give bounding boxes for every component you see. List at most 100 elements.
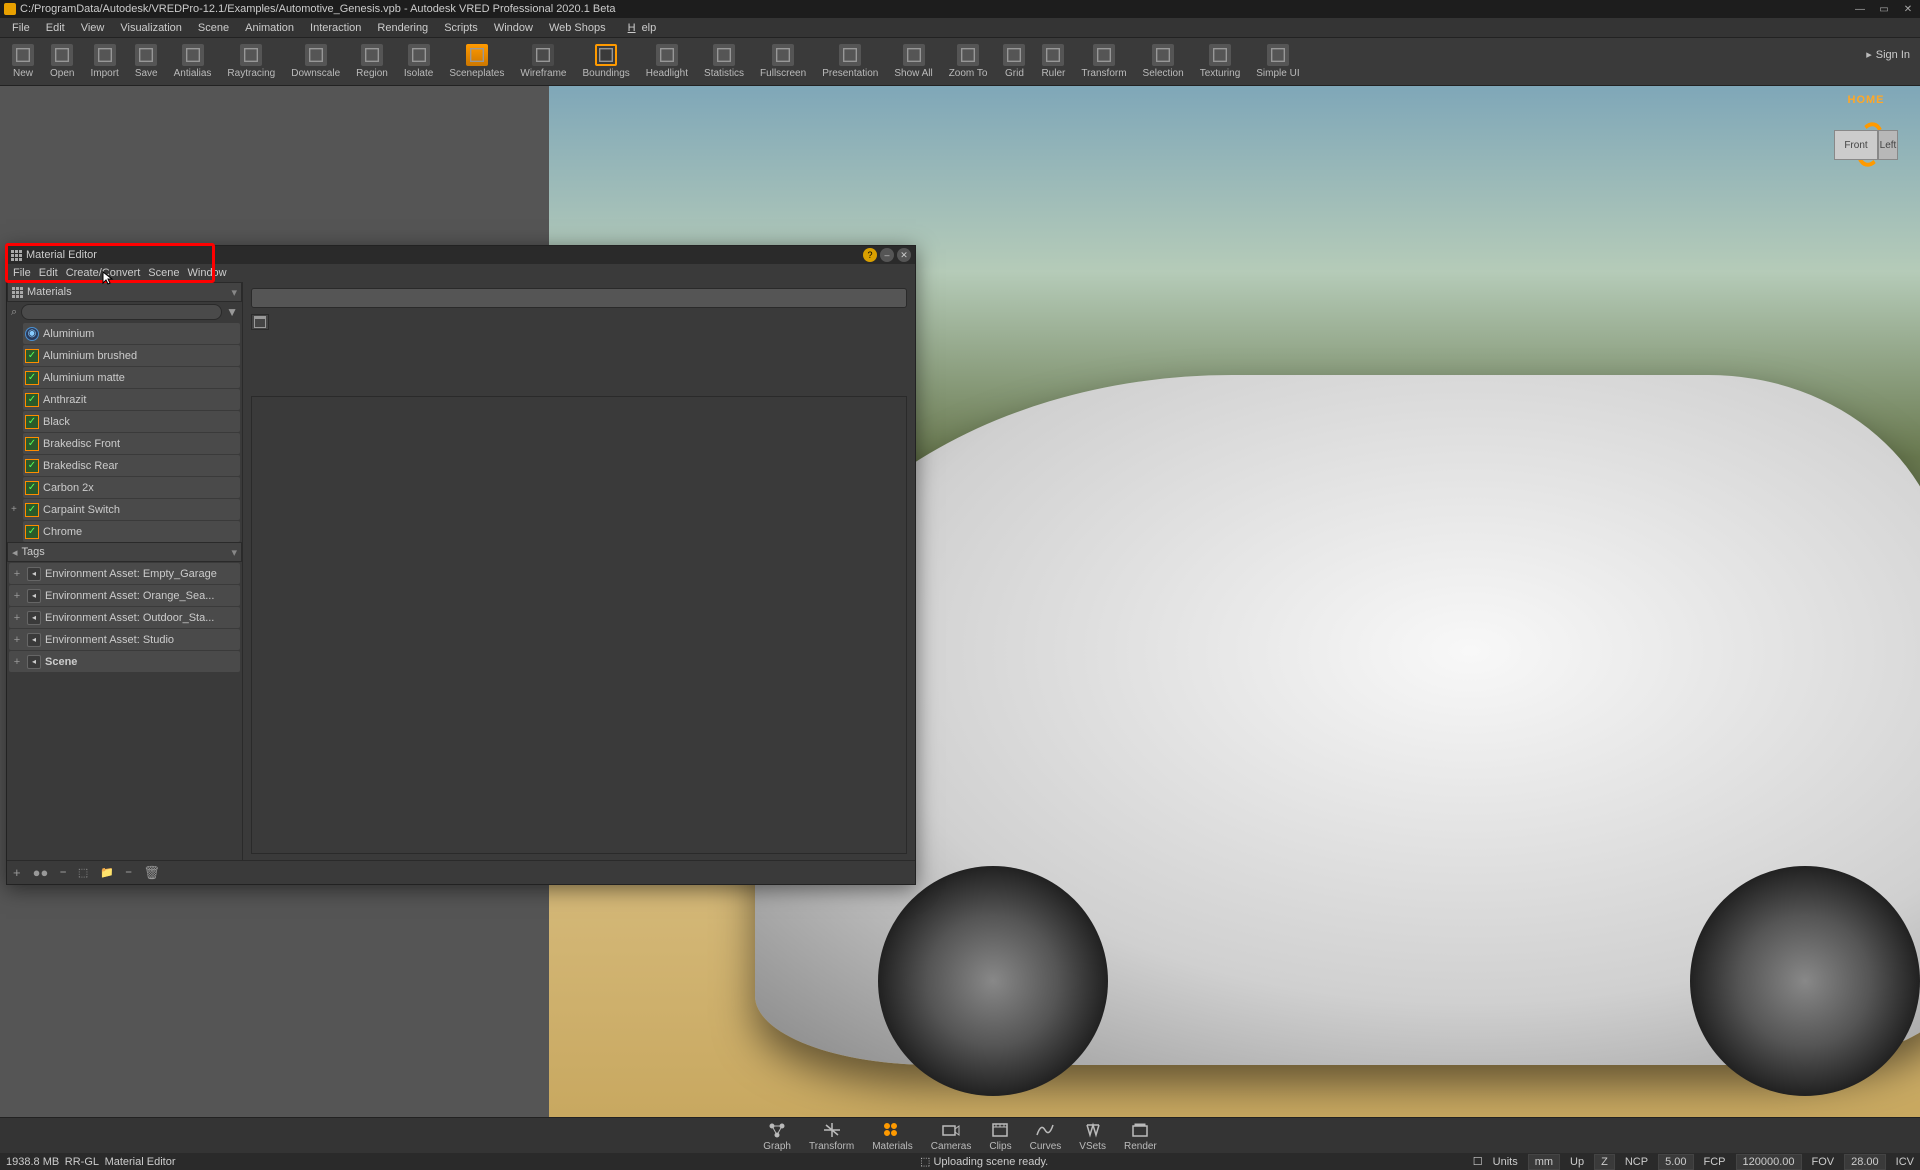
mat-menu-scene[interactable]: Scene [148,267,179,279]
materials-list[interactable]: ◉Aluminium✓Aluminium brushed✓Aluminium m… [7,322,242,542]
panel-minimize-button[interactable]: – [880,248,894,262]
tool-boundings[interactable]: Boundings [575,42,638,81]
tool-ruler[interactable]: Ruler [1033,42,1073,81]
bottom-tool-clips[interactable]: Clips [989,1120,1011,1152]
viewcube-home[interactable]: HOME [1826,94,1906,106]
tool-sceneplates[interactable]: Sceneplates [441,42,512,81]
viewcube-front[interactable]: Front [1834,130,1878,160]
mat-menu-file[interactable]: File [13,267,31,279]
trash-icon[interactable]: 🗑 [143,865,160,881]
tag-item[interactable]: +◂Environment Asset: Studio [9,629,240,650]
filter-icon[interactable]: ▼ [226,305,238,319]
bottom-tool-materials[interactable]: Materials [872,1120,913,1152]
material-item[interactable]: ✓Chrome [23,521,240,542]
tool-statistics[interactable]: Statistics [696,42,752,81]
ncp-field[interactable]: 5.00 [1658,1154,1693,1170]
viewcube-left[interactable]: Left [1878,130,1898,160]
materials-section-header[interactable]: Materials ▾ [7,282,242,302]
material-item[interactable]: ✓Brakedisc Rear [23,455,240,476]
menu-web-shops[interactable]: Web Shops [543,20,612,36]
menu-rendering[interactable]: Rendering [371,20,434,36]
slider-icon[interactable]: ⎯ [60,866,66,879]
tool-texturing[interactable]: Texturing [1192,42,1249,81]
tool-headlight[interactable]: Headlight [638,42,696,81]
tool-downscale[interactable]: Downscale [283,42,348,81]
minimize-button[interactable]: — [1848,0,1872,18]
bottom-tool-curves[interactable]: Curves [1030,1120,1062,1152]
tag-item[interactable]: +◂Environment Asset: Outdoor_Sta... [9,607,240,628]
duplicate-icon[interactable]: ●● [33,865,49,880]
bottom-tool-transform[interactable]: Transform [809,1120,854,1152]
maximize-button[interactable]: ▭ [1872,0,1896,18]
tag-item[interactable]: +◂Environment Asset: Empty_Garage [9,563,240,584]
bottom-tool-render[interactable]: Render [1124,1120,1157,1152]
material-item[interactable]: ✓Brakedisc Front [23,433,240,454]
panel-help-button[interactable]: ? [863,248,877,262]
mat-menu-window[interactable]: Window [188,267,227,279]
signin-link[interactable]: ▸ Sign In [1866,48,1910,61]
material-editor-titlebar[interactable]: Material Editor ? – ✕ [7,246,915,264]
folder-icon[interactable]: 📁 [100,866,114,879]
material-item[interactable]: ✓Carbon 2x [23,477,240,498]
tool-simple-ui[interactable]: Simple UI [1248,42,1307,81]
tool-fullscreen[interactable]: Fullscreen [752,42,814,81]
tool-presentation[interactable]: Presentation [814,42,886,81]
menu-file[interactable]: File [6,20,36,36]
tool-wireframe[interactable]: Wireframe [512,42,574,81]
tool-new[interactable]: New [4,42,42,81]
tool-open[interactable]: Open [42,42,82,81]
menu-scene[interactable]: Scene [192,20,235,36]
main-toolbar: NewOpenImportSaveAntialiasRaytracingDown… [0,38,1920,86]
tag-item[interactable]: +◂Scene [9,651,240,672]
fcp-field[interactable]: 120000.00 [1736,1154,1802,1170]
tool-show-all[interactable]: Show All [886,42,940,81]
bottom-tool-graph[interactable]: Graph [763,1120,791,1152]
material-item[interactable]: ✓Anthrazit [23,389,240,410]
tool-region[interactable]: Region [348,42,396,81]
tool-zoom-to[interactable]: Zoom To [941,42,996,81]
tags-section-header[interactable]: ◂ Tags ▾ [7,542,242,562]
tool-isolate[interactable]: Isolate [396,42,441,81]
menu-scripts[interactable]: Scripts [438,20,484,36]
icv-button[interactable]: ICV [1896,1156,1914,1168]
tool-save[interactable]: Save [127,42,166,81]
chevron-down-icon[interactable]: ▾ [231,546,237,559]
material-item[interactable]: ✓Carpaint Switch [23,499,240,520]
tool-import[interactable]: Import [82,42,126,81]
panel-close-button[interactable]: ✕ [897,248,911,262]
tags-list[interactable]: +◂Environment Asset: Empty_Garage+◂Envir… [7,562,242,860]
preview-mode-icon[interactable] [251,314,269,330]
close-button[interactable]: ✕ [1896,0,1920,18]
menu-edit[interactable]: Edit [40,20,71,36]
menu-help[interactable]: Help [616,20,663,36]
tool-transform[interactable]: Transform [1073,42,1134,81]
bottom-tool-vsets[interactable]: VSets [1079,1120,1106,1152]
material-item[interactable]: ✓Aluminium brushed [23,345,240,366]
material-item[interactable]: ◉Aluminium [23,323,240,344]
fov-field[interactable]: 28.00 [1844,1154,1886,1170]
material-item[interactable]: ✓Black [23,411,240,432]
menu-animation[interactable]: Animation [239,20,300,36]
material-search-input[interactable] [21,304,222,320]
add-icon[interactable]: + [13,865,21,880]
menu-window[interactable]: Window [488,20,539,36]
bottom-tool-cameras[interactable]: Cameras [931,1120,972,1152]
up-axis-select[interactable]: Z [1594,1154,1615,1170]
material-item[interactable]: ✓Aluminium matte [23,367,240,388]
chevron-down-icon[interactable]: ▾ [231,286,237,299]
mat-menu-edit[interactable]: Edit [39,267,58,279]
tool-raytracing[interactable]: Raytracing [219,42,283,81]
tag-item[interactable]: +◂Environment Asset: Orange_Sea... [9,585,240,606]
material-name-field[interactable] [251,288,907,308]
tool-antialias[interactable]: Antialias [166,42,220,81]
select-icon[interactable]: ⬚ [78,866,88,879]
units-select[interactable]: mm [1528,1154,1560,1170]
menu-view[interactable]: View [75,20,111,36]
tool-grid[interactable]: Grid [995,42,1033,81]
menu-interaction[interactable]: Interaction [304,20,367,36]
tool-selection[interactable]: Selection [1135,42,1192,81]
viewcube-widget[interactable]: HOME Front Left [1826,94,1906,167]
menu-visualization[interactable]: Visualization [114,20,188,36]
mat-menu-create-convert[interactable]: Create/Convert [66,267,141,279]
brush-icon[interactable]: ⎯ [126,866,132,879]
